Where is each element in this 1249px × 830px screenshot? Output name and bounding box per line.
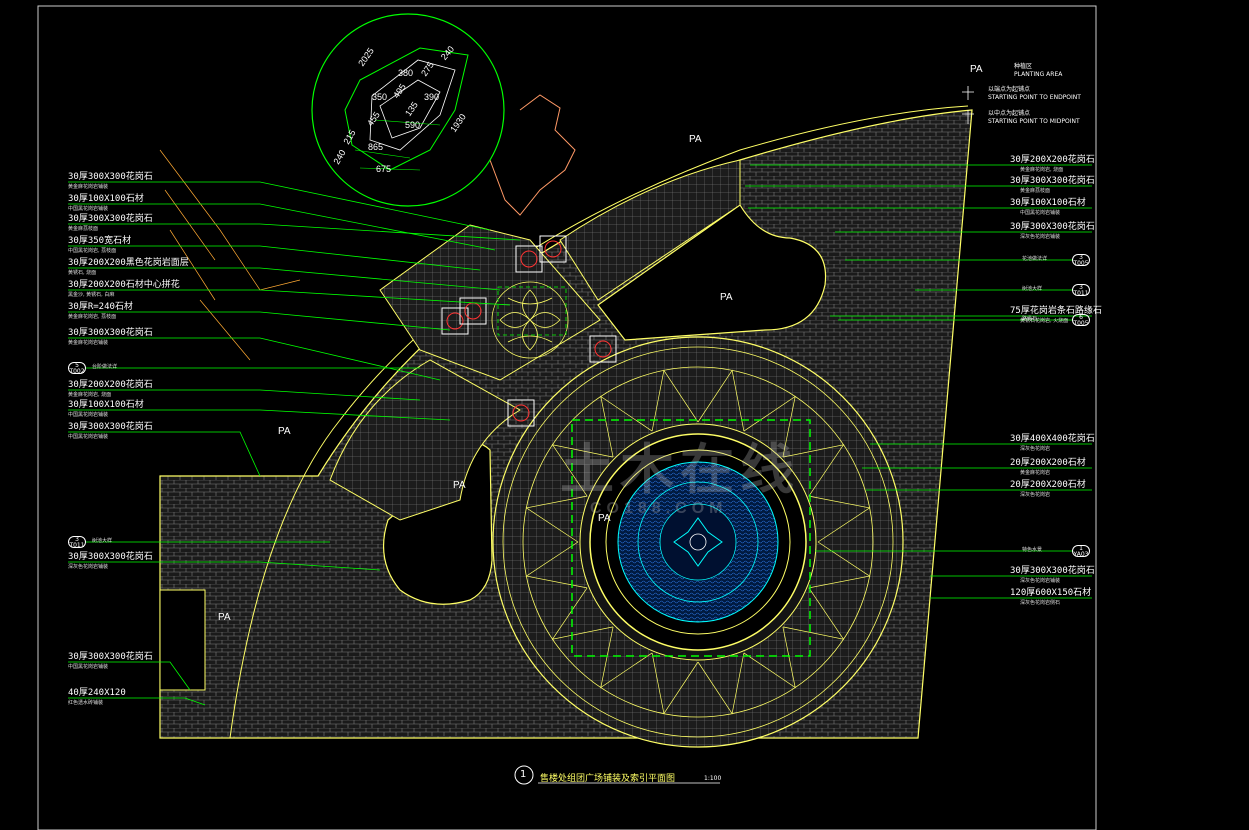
material-note-label: 30厚200X200黑色花岗岩面层 <box>68 258 189 268</box>
material-note-label: 120厚600X150石材 <box>1010 588 1092 598</box>
zone-label-pa: PA <box>453 480 466 491</box>
material-note-label: 30厚300X300花岗石 <box>68 328 153 338</box>
detail-bubble: 3 T011 <box>68 536 86 549</box>
material-note-sub: 黄金麻花岗岩铺装 <box>68 340 109 346</box>
material-note-label: 30厚200X200花岗石 <box>1010 155 1095 165</box>
material-note-sub: 黄金麻花岗岩, 荔枝面 <box>68 314 117 320</box>
material-note-label: 20厚200X200石材 <box>1010 480 1086 490</box>
material-note-label: 30厚200X200石材中心拼花 <box>68 280 180 290</box>
detail-bubble: 3 T011 <box>1072 284 1090 297</box>
material-note-label: 30厚300X300花岗石 <box>1010 566 1095 576</box>
zone-label-pa: PA <box>278 426 291 437</box>
detail-bubble: 1 YA03 <box>1072 545 1090 558</box>
bubble-note: 树池大样 <box>1022 286 1043 292</box>
material-note-sub: 黄金麻花岗岩, 烧面 <box>1020 167 1064 173</box>
bubble-note: 台阶做法详 <box>92 364 118 370</box>
bubble-note: 路缘石 <box>1022 316 1038 322</box>
legend-pa-en: PLANTING AREA <box>1014 71 1063 78</box>
bubble-bottom: T005 <box>1073 260 1089 267</box>
legend-mid-en: STARTING POINT TO MIDPOINT <box>988 118 1080 125</box>
material-note-sub: 深灰色花岗岩 <box>1020 492 1051 498</box>
drawing-title: 售楼处组团广场铺装及索引平面图 <box>540 774 676 784</box>
material-note-label: 30厚300X300花岗石 <box>68 214 153 224</box>
planting-bed-west <box>159 589 206 691</box>
dim-text: 675 <box>376 164 392 174</box>
leader-line <box>68 337 441 381</box>
zone-label-pa: PA <box>598 513 611 524</box>
material-note-label: 30厚400X400花岗石 <box>1010 434 1095 444</box>
material-note-label: 30厚350宽石材 <box>68 236 132 246</box>
material-note-sub: 黄金麻花岗岩铺装 <box>68 184 109 190</box>
bubble-bottom: T011 <box>1073 290 1089 297</box>
bubble-bottom: T002 <box>69 368 85 375</box>
material-note-sub: 黑金沙, 黄锈石, 白麻 <box>68 292 115 298</box>
watermark-main: 土木在线 <box>560 440 800 500</box>
dim-text: 590 <box>405 120 421 130</box>
material-note-sub: 中国黑花岗岩铺装 <box>68 664 109 670</box>
material-note-sub: 黄金麻花岗岩 <box>1020 470 1051 476</box>
leader-line <box>68 389 421 401</box>
material-note-sub: 深灰色花岗岩 <box>1020 446 1051 452</box>
material-note-sub: 黄锈石, 烧面 <box>68 270 97 276</box>
zone-label-pa: PA <box>689 134 702 145</box>
bubble-bottom: T005 <box>1073 320 1089 327</box>
material-note-sub: 深灰色花岗岩铺装 <box>1020 578 1061 584</box>
material-note-sub: 中国黑花岗岩铺装 <box>68 434 109 440</box>
bubble-note: 特色水景 <box>1022 547 1043 553</box>
stair-lines <box>159 149 301 361</box>
material-note-sub: 红色透水砖铺装 <box>68 700 104 706</box>
material-note-label: 30厚300X300花岗石 <box>1010 222 1095 232</box>
material-note-label: 30厚300X300花岗石 <box>68 552 153 562</box>
material-note-label: 30厚100X100石材 <box>68 400 144 410</box>
material-note-sub: 黄金麻荔枝面 <box>1020 188 1051 194</box>
material-note-label: 20厚200X200石材 <box>1010 458 1086 468</box>
bubble-bottom: T011 <box>69 542 85 549</box>
material-note-sub: 中国黑花岗岩, 荔枝面 <box>68 248 117 254</box>
material-note-sub: 黄金麻荔枝面 <box>68 226 99 232</box>
detail-bubble: 6 T005 <box>1072 314 1090 327</box>
zone-label-pa: PA <box>218 612 231 623</box>
material-note-label: 30厚100X100石材 <box>68 194 144 204</box>
dim-text: 865 <box>368 142 384 152</box>
detail-bubble: 3 T005 <box>1072 254 1090 267</box>
legend-mid-cn: 以中点为起铺点 <box>988 110 1031 117</box>
material-note-label: 30厚300X300花岗石 <box>68 652 153 662</box>
material-note-label: 40厚240X120 <box>68 688 126 698</box>
material-note-sub: 深灰色花岗岩铺装 <box>1020 234 1061 240</box>
material-note-label: 30厚200X200花岗石 <box>68 380 153 390</box>
material-note-sub: 黄金麻花岗岩, 烧面 <box>68 392 112 398</box>
title-number: 1 <box>520 769 527 780</box>
material-note-sub: 深灰色花岗岩铺装 <box>68 564 109 570</box>
material-note-label: 30厚100X100石材 <box>1010 198 1086 208</box>
material-note-label: 30厚300X300花岗石 <box>68 172 153 182</box>
drawing-scale: 1:100 <box>704 775 722 782</box>
bubble-note: 树池大样 <box>92 538 113 544</box>
material-note-label: 30厚R=240石材 <box>68 302 133 312</box>
material-note-sub: 中国黑花岗岩铺装 <box>68 206 109 212</box>
detail-bubble: 5 T002 <box>68 362 86 375</box>
circular-plaza <box>492 336 904 748</box>
legend-pa-cn: 种植区 <box>1014 63 1033 70</box>
material-note-sub: 深灰色花岗岩侧石 <box>1020 600 1061 606</box>
dim-text: 380 <box>398 68 414 78</box>
zone-label-pa: PA <box>720 292 733 303</box>
bubble-bottom: YA03 <box>1073 551 1089 558</box>
dim-text: 390 <box>424 92 440 102</box>
material-note-label: 30厚300X300花岗石 <box>68 422 153 432</box>
legend-pa-code: PA <box>970 64 983 75</box>
material-note-sub: 中国黑花岗岩铺装 <box>68 412 109 418</box>
material-note-sub: 中国黑花岗岩铺装 <box>1020 210 1061 216</box>
dim-text: 350 <box>372 92 388 102</box>
legend-start-cn: 以端点为起铺点 <box>988 86 1031 93</box>
legend-start-en: STARTING POINT TO ENDPOINT <box>988 94 1081 101</box>
bubble-note: 花池做法详 <box>1022 256 1048 262</box>
material-note-label: 30厚300X300花岗石 <box>1010 176 1095 186</box>
leader-line <box>68 203 496 251</box>
